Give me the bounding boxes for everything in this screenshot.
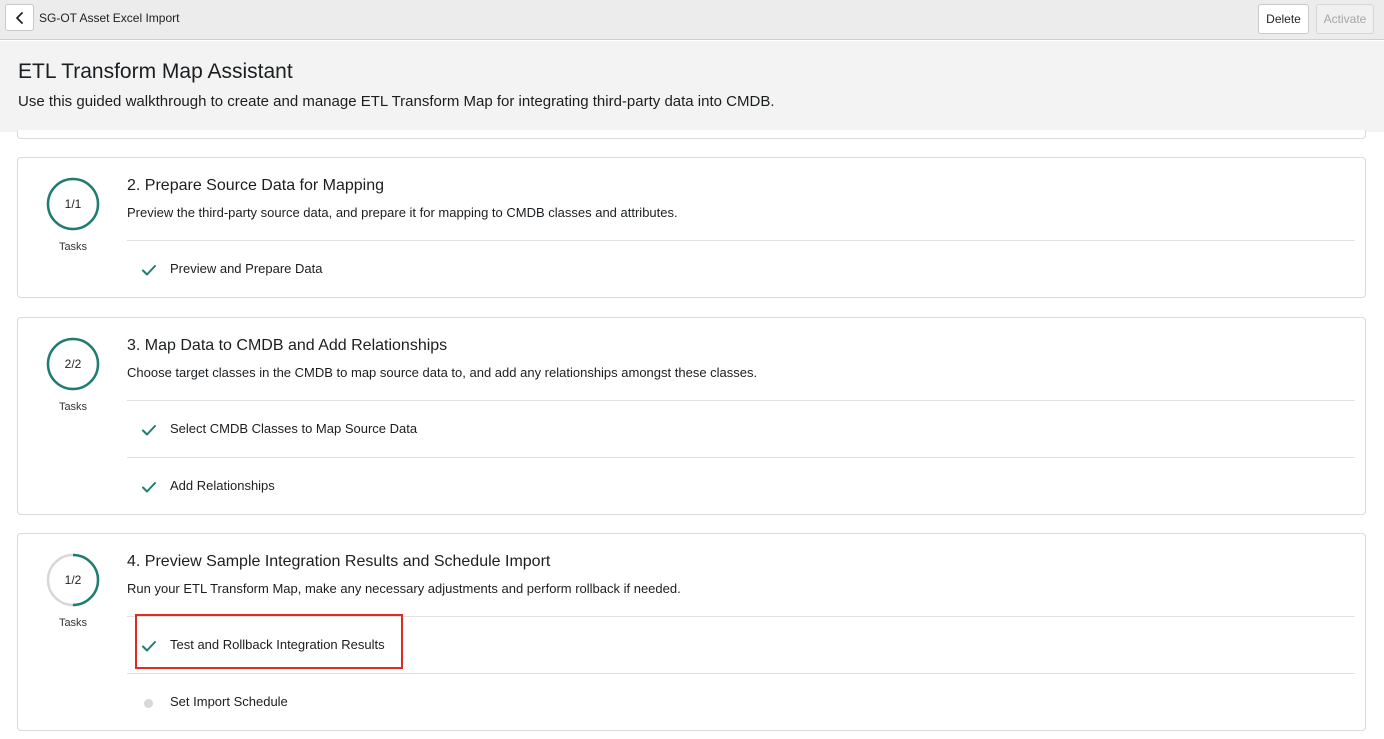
step-description: Run your ETL Transform Map, make any nec…: [127, 581, 681, 596]
task-link[interactable]: Set Import Schedule: [170, 694, 288, 709]
task-select-cmdb-classes[interactable]: Select CMDB Classes to Map Source Data: [127, 401, 1355, 457]
step-card-map-data-to-cmdb: 2/2 Tasks 3. Map Data to CMDB and Add Re…: [17, 317, 1366, 515]
top-bar: SG-OT Asset Excel Import Delete Activate: [0, 0, 1384, 40]
task-add-relationships[interactable]: Add Relationships: [127, 458, 1355, 514]
step-title: 4. Preview Sample Integration Results an…: [127, 553, 551, 570]
page-title: ETL Transform Map Assistant: [18, 60, 293, 83]
step-description: Choose target classes in the CMDB to map…: [127, 365, 758, 380]
check-icon: [142, 482, 156, 493]
previous-step-card-edge: [17, 130, 1366, 139]
progress-count: 1/2: [64, 573, 82, 587]
task-preview-and-prepare-data[interactable]: Preview and Prepare Data: [127, 241, 1355, 297]
chevron-left-icon: [15, 11, 23, 24]
tasks-label: Tasks: [58, 401, 88, 413]
tasks-label: Tasks: [58, 241, 88, 253]
delete-button[interactable]: Delete: [1258, 4, 1309, 34]
task-link[interactable]: Add Relationships: [170, 478, 275, 493]
page-subtitle: Use this guided walkthrough to create an…: [18, 93, 775, 110]
pending-dot-icon: [144, 699, 153, 708]
back-button[interactable]: [5, 4, 34, 31]
step-card-prepare-source-data: 1/1 Tasks 2. Prepare Source Data for Map…: [17, 157, 1366, 298]
activate-button[interactable]: Activate: [1316, 4, 1374, 34]
progress-count: 1/1: [64, 197, 82, 211]
step-description: Preview the third-party source data, and…: [127, 205, 678, 220]
task-link[interactable]: Test and Rollback Integration Results: [170, 637, 385, 652]
record-title: SG-OT Asset Excel Import: [39, 11, 180, 25]
step-title: 3. Map Data to CMDB and Add Relationship…: [127, 337, 448, 354]
task-link[interactable]: Select CMDB Classes to Map Source Data: [170, 421, 417, 436]
progress-count: 2/2: [64, 357, 82, 371]
tasks-label: Tasks: [58, 617, 88, 629]
step-title: 2. Prepare Source Data for Mapping: [127, 177, 385, 194]
task-link[interactable]: Preview and Prepare Data: [170, 261, 322, 276]
check-icon: [142, 641, 156, 652]
page-header: ETL Transform Map Assistant Use this gui…: [0, 41, 1384, 132]
task-test-and-rollback[interactable]: Test and Rollback Integration Results: [127, 617, 1355, 673]
task-set-import-schedule[interactable]: Set Import Schedule: [127, 674, 1355, 730]
check-icon: [142, 425, 156, 436]
check-icon: [142, 265, 156, 276]
step-card-preview-and-schedule: 1/2 Tasks 4. Preview Sample Integration …: [17, 533, 1366, 731]
